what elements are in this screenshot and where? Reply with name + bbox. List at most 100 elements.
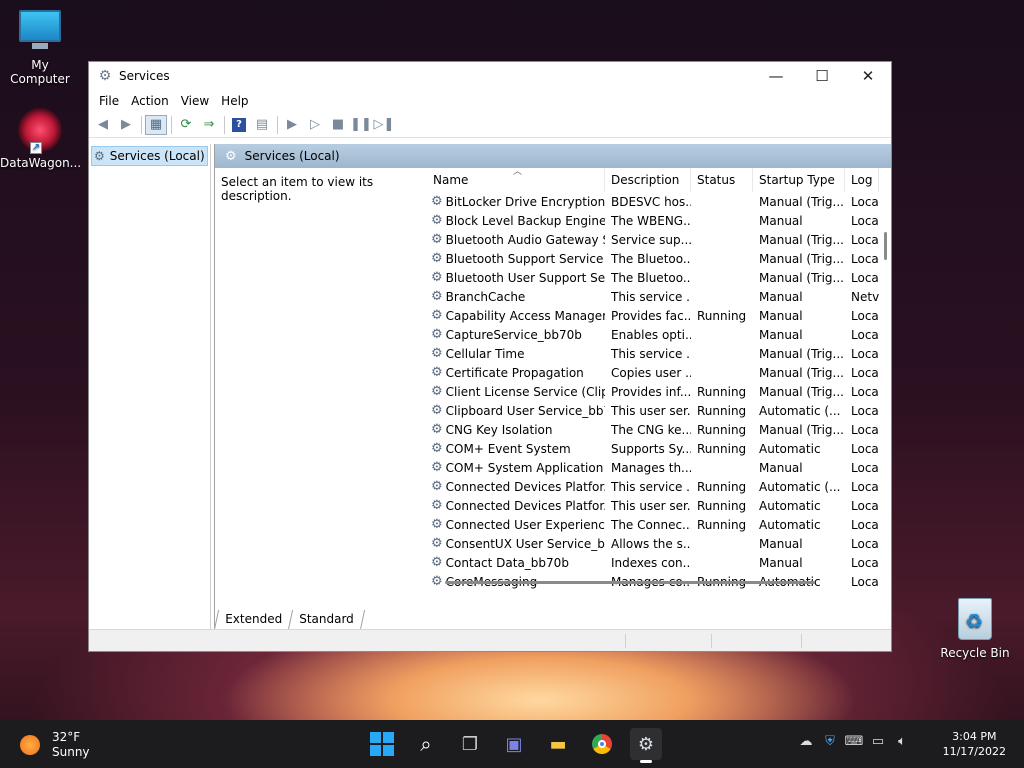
service-status: Running [697,479,747,494]
start-service-icon[interactable]: ▶ [281,115,303,135]
service-description: This service ... [611,346,691,361]
network-icon[interactable]: ▭ [866,734,890,749]
service-status: Running [697,517,747,532]
table-row[interactable]: ⚙ Cellular Time This service ... Manual (Tr… [427,344,879,363]
service-name-cell: ⚙ Bluetooth User Support Ser... [427,270,605,285]
menu-file[interactable]: File [93,94,125,108]
service-log-on-as: Loca [851,270,879,285]
service-log-on-as: Loca [851,422,879,437]
title-bar[interactable]: ⚙ Services — ☐ ✕ [89,62,891,90]
service-description: This user ser... [611,498,691,513]
horizontal-scrollbar[interactable] [445,581,815,584]
table-row[interactable]: ⚙ConsentUX User Service_bb... Allows the … [427,534,879,553]
maximize-button[interactable]: ☐ [799,62,845,90]
chrome-icon[interactable] [586,728,618,760]
table-row[interactable]: ⚙ CNG Key Isolation The CNG ke... Running Ma… [427,420,879,439]
service-startup-type: Automatic [759,517,821,532]
tree-item-services-local[interactable]: ⚙ Services (Local) [91,146,208,166]
restart-service-icon[interactable]: ▷❚ [373,115,395,135]
gear-icon: ⚙ [431,270,443,285]
keyboard-icon[interactable]: ⌨ [842,734,866,749]
export-list-icon[interactable]: ⇒ [198,115,220,135]
table-row[interactable]: ⚙Clipboard User Service_bb70b This user s… [427,401,879,420]
column-header-log-on-as[interactable]: Log [845,168,879,192]
services-taskbar-icon[interactable]: ⚙ [630,728,662,763]
table-row[interactable]: ⚙ Connected Devices Platfor... This servic… [427,477,879,496]
menu-help[interactable]: Help [215,94,254,108]
service-description: Indexes con... [611,555,691,570]
desktop-icon-datawagon[interactable]: ↗ DataWagon... [0,108,81,170]
help-icon[interactable]: ? [228,115,250,135]
service-description: The Bluetoo... [611,270,691,285]
minimize-button[interactable]: — [753,62,799,90]
service-description: Provides fac... [611,308,691,323]
table-row[interactable]: ⚙ BitLocker Drive Encryption ... BDESVC ho… [427,192,879,211]
service-name-cell: ⚙ Block Level Backup Engine ... [427,213,605,228]
stop-service-icon[interactable]: ■ [327,115,349,135]
desktop-icon-recycle-bin[interactable]: Recycle Bin [935,598,1015,660]
service-name: BranchCache [445,289,526,304]
table-row[interactable]: ⚙ Block Level Backup Engine ... The WBENG.… [427,211,879,230]
table-row[interactable]: ⚙Client License Service (ClipS... Provide… [427,382,879,401]
menu-view[interactable]: View [175,94,215,108]
table-row[interactable]: ⚙ Bluetooth Support Service The Bluetoo...… [427,249,879,268]
table-row[interactable]: ⚙ Capability Access Manager ... Provides f… [427,306,879,325]
column-header-description[interactable]: Description [605,168,691,192]
service-description: The WBENG... [611,213,691,228]
show-hide-console-tree-icon[interactable]: ▦ [145,114,167,135]
table-row[interactable]: ⚙ Certificate Propagation Copies user ... M… [427,363,879,382]
service-name: BitLocker Drive Encryption ... [445,194,605,209]
file-explorer-icon[interactable]: ▬ [542,728,574,760]
table-row[interactable]: ⚙ COM+ Event System Supports Sy... Running A… [427,439,879,458]
forward-arrow-icon[interactable]: ▶ [115,115,137,135]
service-startup-type: Manual [759,308,803,323]
table-row[interactable]: ⚙ COM+ System Application Manages th... Man… [427,458,879,477]
vertical-scrollbar[interactable] [880,192,890,592]
security-shield-icon[interactable]: ⛨ [818,734,842,749]
recycle-bin-icon [953,598,997,642]
table-row[interactable]: ⚙Connected User Experience... The Connec.… [427,515,879,534]
menu-action[interactable]: Action [125,94,175,108]
service-log-on-as: Loca [851,536,879,551]
weather-widget[interactable]: 32°F Sunny [20,730,90,760]
service-name-cell: ⚙ CaptureService_bb70b [427,327,605,342]
search-icon[interactable]: ⌕ [410,728,442,760]
service-startup-type: Manual (Trig... [759,194,844,209]
back-arrow-icon[interactable]: ◀ [92,115,114,135]
windows-logo-icon [370,732,394,756]
refresh-icon[interactable]: ⟳ [175,115,197,135]
close-button[interactable]: ✕ [845,62,891,90]
service-status: Running [697,441,747,456]
service-startup-type: Automatic (... [759,403,841,418]
services-window: ⚙ Services — ☐ ✕ File Action View Help ◀… [88,61,892,652]
properties-icon[interactable]: ▤ [251,115,273,135]
table-row[interactable]: ⚙ Connected Devices Platfor... This user s… [427,496,879,515]
desktop-icon-my-computer[interactable]: My Computer [0,10,80,86]
table-row[interactable]: ⚙ Bluetooth User Support Ser... The Blueto… [427,268,879,287]
service-name-cell: ⚙ Connected Devices Platfor... [427,498,605,513]
service-name: Connected User Experience... [445,517,605,532]
volume-icon[interactable]: 🔈︎ [890,734,914,749]
clock[interactable]: 3:04 PM 11/17/2022 [943,729,1006,759]
service-startup-type: Manual (Trig... [759,251,844,266]
table-row[interactable]: ⚙ Contact Data_bb70b Indexes con... Manual L… [427,553,879,572]
service-name-cell: ⚙ BitLocker Drive Encryption ... [427,194,605,209]
service-name: COM+ Event System [445,441,571,456]
menu-bar: File Action View Help [89,90,891,112]
onedrive-offline-icon[interactable]: ☁ [794,734,818,749]
chat-icon[interactable]: ▣ [498,728,530,760]
table-row[interactable]: ⚙ BranchCache This service ... Manual Netv [427,287,879,306]
task-view-icon[interactable]: ❐ [454,728,486,760]
start-service-alt-icon[interactable]: ▷ [304,115,326,135]
tab-extended[interactable]: Extended [213,610,294,630]
gear-icon: ⚙ [431,574,443,589]
table-row[interactable]: ⚙ Bluetooth Audio Gateway S... Service sup… [427,230,879,249]
column-header-startup-type[interactable]: Startup Type [753,168,845,192]
service-description: Provides inf... [611,384,691,399]
column-header-status[interactable]: Status [691,168,753,192]
tab-standard[interactable]: Standard [287,610,365,630]
taskbar: 32°F Sunny ⌕ ❐ ▣ ▬ ⚙ ☁ ⛨ ⌨ ▭ 🔈︎ 3:04 PM … [0,720,1024,768]
table-row[interactable]: ⚙ CaptureService_bb70b Enables opti... Manu… [427,325,879,344]
pause-service-icon[interactable]: ❚❚ [350,115,372,135]
start-button[interactable] [366,728,398,760]
